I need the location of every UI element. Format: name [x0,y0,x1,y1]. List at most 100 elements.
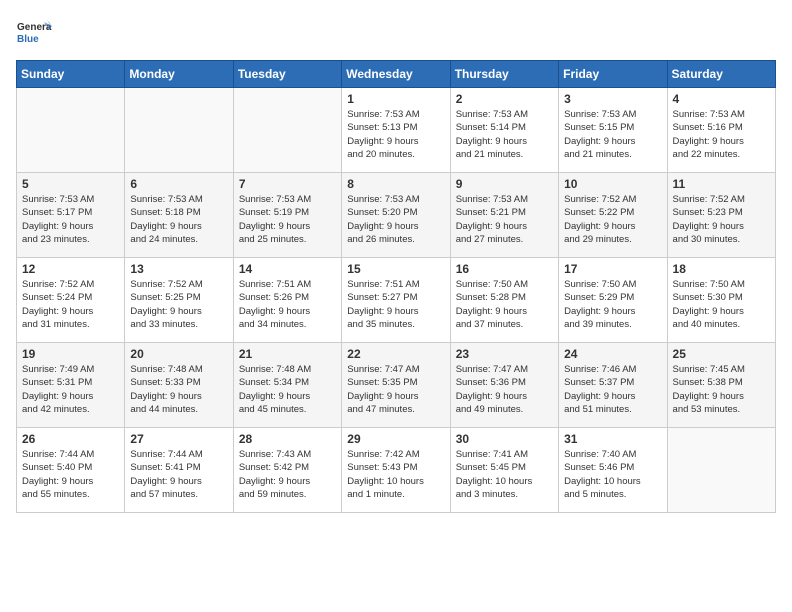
calendar-week-row: 12 Sunrise: 7:52 AM Sunset: 5:24 PM Dayli… [17,258,776,343]
day-number: 1 [347,92,444,106]
calendar-cell: 5 Sunrise: 7:53 AM Sunset: 5:17 PM Daylig… [17,173,125,258]
calendar-header-tuesday: Tuesday [233,61,341,88]
svg-text:Blue: Blue [17,34,39,45]
calendar-cell: 22 Sunrise: 7:47 AM Sunset: 5:35 PM Dayli… [342,343,450,428]
calendar-cell: 20 Sunrise: 7:48 AM Sunset: 5:33 PM Dayli… [125,343,233,428]
calendar-cell: 27 Sunrise: 7:44 AM Sunset: 5:41 PM Dayli… [125,428,233,513]
day-number: 12 [22,262,119,276]
day-number: 13 [130,262,227,276]
day-number: 26 [22,432,119,446]
day-info: Sunrise: 7:52 AM Sunset: 5:25 PM Dayligh… [130,278,227,331]
day-number: 3 [564,92,661,106]
day-number: 11 [673,177,770,191]
day-info: Sunrise: 7:50 AM Sunset: 5:30 PM Dayligh… [673,278,770,331]
day-number: 23 [456,347,553,361]
day-number: 20 [130,347,227,361]
calendar-cell: 23 Sunrise: 7:47 AM Sunset: 5:36 PM Dayli… [450,343,558,428]
day-info: Sunrise: 7:53 AM Sunset: 5:18 PM Dayligh… [130,193,227,246]
calendar-header-monday: Monday [125,61,233,88]
day-info: Sunrise: 7:52 AM Sunset: 5:23 PM Dayligh… [673,193,770,246]
calendar-cell [125,88,233,173]
day-number: 7 [239,177,336,191]
day-info: Sunrise: 7:46 AM Sunset: 5:37 PM Dayligh… [564,363,661,416]
calendar-cell: 11 Sunrise: 7:52 AM Sunset: 5:23 PM Dayli… [667,173,775,258]
calendar-week-row: 26Sunrise: 7:44 AM Sunset: 5:40 PM Dayli… [17,428,776,513]
day-info: Sunrise: 7:40 AM Sunset: 5:46 PM Dayligh… [564,448,661,501]
calendar-header-thursday: Thursday [450,61,558,88]
calendar-cell: 12 Sunrise: 7:52 AM Sunset: 5:24 PM Dayli… [17,258,125,343]
day-number: 21 [239,347,336,361]
calendar-cell: 31 Sunrise: 7:40 AM Sunset: 5:46 PM Dayli… [559,428,667,513]
calendar-cell: 4Sunrise: 7:53 AM Sunset: 5:16 PM Daylig… [667,88,775,173]
calendar-table: SundayMondayTuesdayWednesdayThursdayFrid… [16,60,776,513]
day-info: Sunrise: 7:50 AM Sunset: 5:28 PM Dayligh… [456,278,553,331]
calendar-cell: 17Sunrise: 7:50 AM Sunset: 5:29 PM Dayli… [559,258,667,343]
day-info: Sunrise: 7:52 AM Sunset: 5:22 PM Dayligh… [564,193,661,246]
day-info: Sunrise: 7:41 AM Sunset: 5:45 PM Dayligh… [456,448,553,501]
day-number: 9 [456,177,553,191]
calendar-cell: 15Sunrise: 7:51 AM Sunset: 5:27 PM Dayli… [342,258,450,343]
day-info: Sunrise: 7:51 AM Sunset: 5:26 PM Dayligh… [239,278,336,331]
calendar-cell: 10 Sunrise: 7:52 AM Sunset: 5:22 PM Dayli… [559,173,667,258]
calendar-cell: 24Sunrise: 7:46 AM Sunset: 5:37 PM Dayli… [559,343,667,428]
day-info: Sunrise: 7:48 AM Sunset: 5:33 PM Dayligh… [130,363,227,416]
day-info: Sunrise: 7:43 AM Sunset: 5:42 PM Dayligh… [239,448,336,501]
day-number: 17 [564,262,661,276]
calendar-cell: 8Sunrise: 7:53 AM Sunset: 5:20 PM Daylig… [342,173,450,258]
calendar-cell: 7 Sunrise: 7:53 AM Sunset: 5:19 PM Daylig… [233,173,341,258]
day-info: Sunrise: 7:48 AM Sunset: 5:34 PM Dayligh… [239,363,336,416]
day-number: 15 [347,262,444,276]
day-info: Sunrise: 7:49 AM Sunset: 5:31 PM Dayligh… [22,363,119,416]
calendar-header-friday: Friday [559,61,667,88]
calendar-header-row: SundayMondayTuesdayWednesdayThursdayFrid… [17,61,776,88]
day-number: 18 [673,262,770,276]
day-number: 10 [564,177,661,191]
day-number: 30 [456,432,553,446]
day-info: Sunrise: 7:53 AM Sunset: 5:21 PM Dayligh… [456,193,553,246]
logo-svg: General Blue [16,16,52,52]
day-number: 5 [22,177,119,191]
day-number: 27 [130,432,227,446]
calendar-cell: 1 Sunrise: 7:53 AM Sunset: 5:13 PM Daylig… [342,88,450,173]
calendar-week-row: 5 Sunrise: 7:53 AM Sunset: 5:17 PM Daylig… [17,173,776,258]
calendar-header-saturday: Saturday [667,61,775,88]
calendar-cell [667,428,775,513]
calendar-cell: 6 Sunrise: 7:53 AM Sunset: 5:18 PM Daylig… [125,173,233,258]
day-info: Sunrise: 7:53 AM Sunset: 5:14 PM Dayligh… [456,108,553,161]
calendar-cell: 19 Sunrise: 7:49 AM Sunset: 5:31 PM Dayli… [17,343,125,428]
calendar-week-row: 1 Sunrise: 7:53 AM Sunset: 5:13 PM Daylig… [17,88,776,173]
header: General Blue [16,16,776,52]
day-info: Sunrise: 7:53 AM Sunset: 5:13 PM Dayligh… [347,108,444,161]
calendar-cell: 29Sunrise: 7:42 AM Sunset: 5:43 PM Dayli… [342,428,450,513]
day-info: Sunrise: 7:53 AM Sunset: 5:17 PM Dayligh… [22,193,119,246]
day-number: 4 [673,92,770,106]
calendar-cell: 9 Sunrise: 7:53 AM Sunset: 5:21 PM Daylig… [450,173,558,258]
calendar-week-row: 19 Sunrise: 7:49 AM Sunset: 5:31 PM Dayli… [17,343,776,428]
day-number: 29 [347,432,444,446]
calendar-cell: 2 Sunrise: 7:53 AM Sunset: 5:14 PM Daylig… [450,88,558,173]
day-number: 31 [564,432,661,446]
day-info: Sunrise: 7:53 AM Sunset: 5:19 PM Dayligh… [239,193,336,246]
day-number: 22 [347,347,444,361]
calendar-cell: 18 Sunrise: 7:50 AM Sunset: 5:30 PM Dayli… [667,258,775,343]
calendar-cell: 14 Sunrise: 7:51 AM Sunset: 5:26 PM Dayli… [233,258,341,343]
day-info: Sunrise: 7:53 AM Sunset: 5:15 PM Dayligh… [564,108,661,161]
calendar-header-wednesday: Wednesday [342,61,450,88]
day-number: 6 [130,177,227,191]
day-info: Sunrise: 7:52 AM Sunset: 5:24 PM Dayligh… [22,278,119,331]
day-number: 25 [673,347,770,361]
calendar-cell: 30 Sunrise: 7:41 AM Sunset: 5:45 PM Dayli… [450,428,558,513]
calendar-cell: 13 Sunrise: 7:52 AM Sunset: 5:25 PM Dayli… [125,258,233,343]
logo: General Blue [16,16,52,52]
day-number: 14 [239,262,336,276]
calendar-cell [233,88,341,173]
day-info: Sunrise: 7:44 AM Sunset: 5:41 PM Dayligh… [130,448,227,501]
day-number: 19 [22,347,119,361]
day-number: 2 [456,92,553,106]
calendar-cell: 25Sunrise: 7:45 AM Sunset: 5:38 PM Dayli… [667,343,775,428]
day-info: Sunrise: 7:47 AM Sunset: 5:35 PM Dayligh… [347,363,444,416]
calendar-cell: 26Sunrise: 7:44 AM Sunset: 5:40 PM Dayli… [17,428,125,513]
day-number: 8 [347,177,444,191]
calendar-header-sunday: Sunday [17,61,125,88]
day-info: Sunrise: 7:47 AM Sunset: 5:36 PM Dayligh… [456,363,553,416]
